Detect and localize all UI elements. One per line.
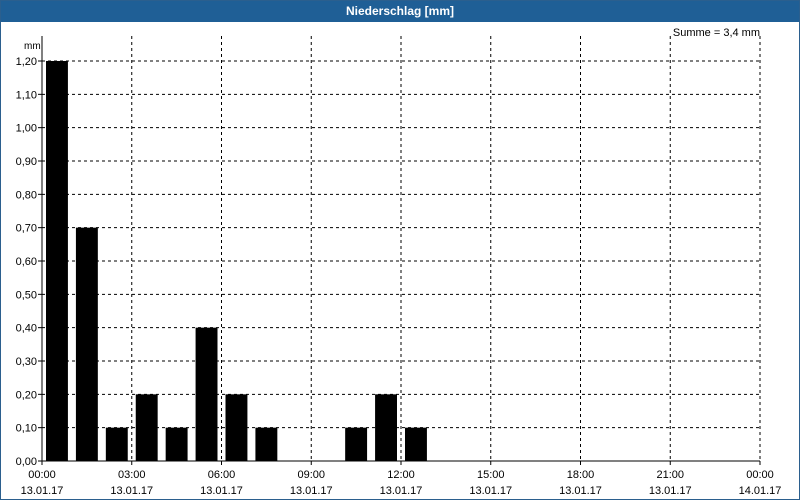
x-tick-time: 18:00 [567,469,595,481]
x-tick-time: 03:00 [118,469,146,481]
precipitation-bar [375,394,397,461]
y-unit-label: mm [24,41,41,52]
x-tick-date: 13.01.17 [200,485,243,497]
x-tick-time: 15:00 [477,469,505,481]
y-tick-label: 0,80 [16,189,37,201]
x-tick-time: 06:00 [208,469,236,481]
labels: 0,00 0,10 0,20 0,30 0,40 0,50 0,60 0,70 0,80 0,90… [16,27,782,497]
y-tick-label: 0,00 [16,456,37,468]
x-tick-date: 14.01.17 [739,485,782,497]
precipitation-bar [195,327,218,461]
precipitation-bar [225,394,248,461]
y-tick-label: 0,60 [16,256,37,268]
precipitation-bar [135,394,158,461]
x-tick-time: 21:00 [656,469,684,481]
x-tick-date: 13.01.17 [21,485,64,497]
x-tick-date: 13.01.17 [110,485,153,497]
precipitation-bar [165,427,188,461]
y-tick-label: 1,10 [16,89,37,101]
x-tick-date: 13.01.17 [469,485,512,497]
precipitation-bar [105,427,128,461]
sum-annotation: Summe = 3,4 mm [673,27,760,39]
x-tick-date: 13.01.17 [380,485,423,497]
y-tick-label: 1,20 [16,56,37,68]
x-tick-date: 13.01.17 [290,485,333,497]
precipitation-chart: 0,00 0,10 0,20 0,30 0,40 0,50 0,60 0,70 0,80 0,90… [16,27,782,497]
x-tick-date: 13.01.17 [649,485,692,497]
y-tick-label: 0,30 [16,356,37,368]
precipitation-bar [46,61,68,461]
y-tick-label: 0,20 [16,389,37,401]
x-tick-date: 13.01.17 [559,485,602,497]
y-tick-label: 0,90 [16,156,37,168]
y-tick-label: 0,70 [16,223,37,235]
x-tick-time: 09:00 [297,469,325,481]
precipitation-bar [255,427,278,461]
precipitation-bar [75,227,98,461]
x-tick-time: 12:00 [387,469,415,481]
y-tick-label: 0,40 [16,323,37,335]
precipitation-bar [405,427,427,461]
precipitation-bar [345,427,368,461]
y-tick-label: 1,00 [16,123,37,135]
y-tick-label: 0,10 [16,423,37,435]
y-tick-label: 0,50 [16,289,37,301]
x-tick-time: 00:00 [746,469,774,481]
x-tick-time: 00:00 [28,469,56,481]
